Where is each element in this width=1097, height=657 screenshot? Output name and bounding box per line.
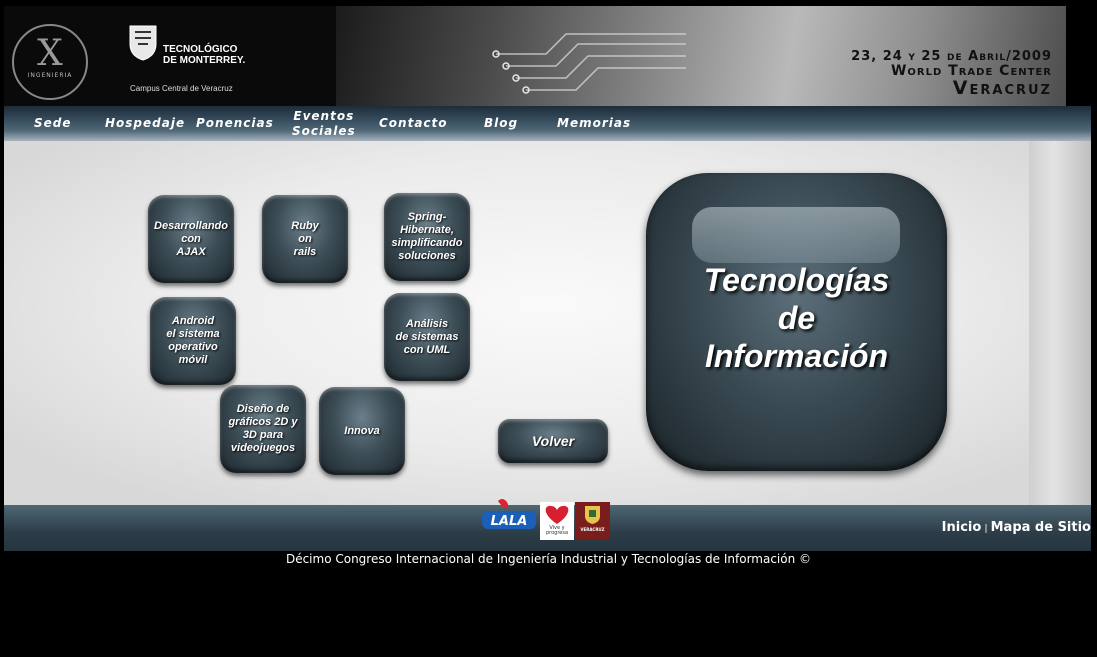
veracruz-logo[interactable]: VERACRUZ [575, 502, 610, 540]
section-title-line2: de [777, 300, 816, 336]
tile-spring-hibernate[interactable]: Spring-Hibernate, simplificando soluciones [384, 193, 470, 281]
panel-gloss [692, 207, 900, 263]
event-city: Veracruz [952, 77, 1052, 99]
main-nav: Sede Hospedaje Ponencias Eventos Sociale… [4, 106, 1091, 141]
nav-ponencias[interactable]: Ponencias [196, 116, 274, 131]
veracruz-logo-text: VERACRUZ [580, 527, 605, 532]
tile-android-label: Android el sistema operativo móvil [166, 315, 220, 366]
nav-sede[interactable]: Sede [34, 116, 72, 131]
section-title-line1: Tecnologías [703, 262, 890, 298]
footer-links: Inicio | Mapa de Sitio [942, 520, 1091, 535]
footer-separator: | [984, 524, 988, 534]
tile-ajax[interactable]: Desarrollando con AJAX [148, 195, 234, 283]
tec-name-line2: DE MONTERREY. [163, 55, 246, 66]
nav-eventos-sociales[interactable]: Eventos Sociales [292, 109, 356, 139]
tile-uml-label: Análisis de sistemas con UML [395, 317, 459, 356]
tile-ruby-label: Ruby on rails [291, 219, 319, 258]
veracruz-crest-icon [585, 506, 600, 524]
copyright-text: Décimo Congreso Internacional de Ingenie… [285, 552, 812, 566]
tec-name-line1: TECNOLÓGICO [163, 44, 238, 55]
tec-logo-text: TECNOLÓGICO DE MONTERREY. [163, 44, 245, 66]
nav-memorias[interactable]: Memorias [557, 116, 631, 131]
tile-innova-label: Innova [344, 424, 380, 437]
tile-videojuegos[interactable]: Diseño de gráficos 2D y 3D para videojuegos [220, 385, 306, 473]
section-title-line3: Información [704, 338, 889, 374]
vive-logo[interactable]: Vive y progresa [540, 502, 574, 540]
tile-ruby-on-rails[interactable]: Ruby on rails [262, 195, 348, 283]
nav-hospedaje[interactable]: Hospedaje [105, 116, 185, 131]
nav-contacto[interactable]: Contacto [379, 116, 448, 131]
volver-label: Volver [531, 432, 575, 449]
tile-spring-label: Spring-Hibernate, simplificando soluciones [391, 211, 463, 262]
tec-shield-icon [129, 25, 157, 61]
footer-inicio-link[interactable]: Inicio [942, 520, 982, 535]
right-decoration [1029, 141, 1091, 505]
ingenieria-logo[interactable]: X INGENIERIA [12, 24, 88, 100]
tile-android[interactable]: Android el sistema operativo móvil [150, 297, 236, 385]
volver-button[interactable]: Volver [498, 419, 608, 463]
heart-icon [545, 505, 569, 524]
event-date: 23, 24 y 25 de Abril/2009 [851, 49, 1052, 64]
content-area: Desarrollando con AJAX Ruby on rails Spring-… [4, 141, 1091, 505]
footer-mapa-link[interactable]: Mapa de Sitio [991, 520, 1091, 535]
section-title-panel: Tecnologías de Información [646, 173, 947, 471]
site-footer: LALA Vive y progresa VERACRUZ Inicio | Map… [4, 499, 1091, 551]
nav-eventos-line1: Eventos [293, 109, 355, 123]
header-banner-image: 23, 24 y 25 de Abril/2009 World Trade Ce… [336, 6, 1066, 106]
campus-name: Campus Central de Veracruz [130, 84, 233, 93]
tile-ajax-label: Desarrollando con AJAX [154, 219, 228, 258]
lala-logo-text: LALA [491, 514, 528, 529]
site-header: 23, 24 y 25 de Abril/2009 World Trade Ce… [4, 6, 1066, 106]
circuit-graphic [492, 33, 686, 94]
lala-logo[interactable]: LALA [480, 499, 538, 533]
nav-eventos-line2: Sociales [292, 124, 356, 138]
tile-innova[interactable]: Innova [319, 387, 405, 475]
vive-logo-text: Vive y progresa [545, 525, 569, 536]
ingenieria-logo-text: INGENIERIA [27, 72, 73, 79]
section-title: Tecnologías de Información [646, 261, 947, 375]
nav-blog[interactable]: Blog [484, 116, 518, 131]
tile-uml[interactable]: Análisis de sistemas con UML [384, 293, 470, 381]
tile-videojuegos-label: Diseño de gráficos 2D y 3D para videojuegos [228, 403, 298, 454]
